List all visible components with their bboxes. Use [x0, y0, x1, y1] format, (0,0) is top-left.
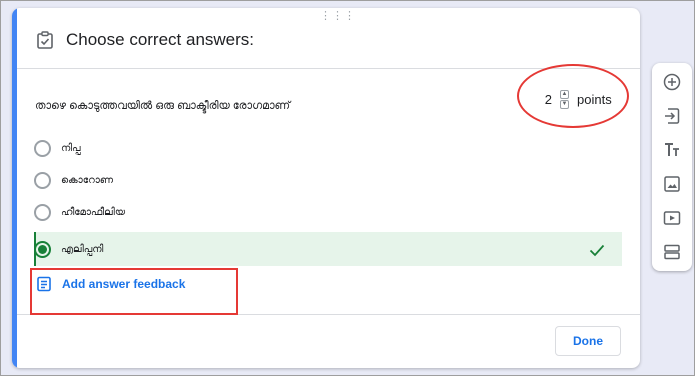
clipboard-check-icon [37, 31, 53, 49]
add-video-button[interactable] [662, 208, 682, 228]
answer-option[interactable]: കൊറോണ [34, 165, 113, 195]
question-text: താഴെ കൊടുത്തവയിൽ ഒരു ബാക്ടീരിയ രോഗമാണ് [35, 100, 291, 112]
annotation-ellipse [517, 64, 629, 128]
add-title-icon [665, 143, 679, 156]
answer-option[interactable]: നിപ്പ [34, 133, 81, 163]
add-title-button[interactable] [662, 140, 682, 160]
floating-toolbar [652, 63, 692, 271]
radio-button[interactable] [34, 139, 51, 157]
add-image-icon [664, 176, 680, 192]
add-question-icon [663, 73, 681, 91]
drag-handle[interactable]: ⋮⋮⋮ [320, 11, 356, 22]
radio-button[interactable] [34, 171, 51, 189]
option-label: കൊറോണ [61, 174, 114, 186]
card-header: Choose correct answers: [36, 30, 254, 50]
import-questions-icon [665, 108, 680, 124]
add-section-icon [664, 244, 680, 260]
annotation-rectangle [30, 268, 238, 315]
import-questions-button[interactable] [662, 106, 682, 126]
option-label: ഹീമോഫീലിയ [61, 206, 126, 218]
answer-option-correct[interactable]: എലിപ്പനി [34, 234, 103, 264]
add-section-button[interactable] [662, 242, 682, 262]
card-title: Choose correct answers: [66, 30, 255, 49]
answer-option[interactable]: ഹീമോഫീലിയ [34, 197, 125, 227]
option-label: എലിപ്പനി [61, 243, 104, 255]
radio-button-selected[interactable] [34, 240, 51, 258]
add-question-button[interactable] [662, 72, 682, 92]
correct-answer-row [34, 232, 622, 266]
add-image-button[interactable] [662, 174, 682, 194]
add-video-icon [663, 211, 681, 225]
radio-button[interactable] [34, 203, 51, 221]
option-label: നിപ്പ [61, 142, 81, 154]
done-button[interactable]: Done [555, 326, 621, 356]
checkmark-icon [589, 244, 605, 257]
